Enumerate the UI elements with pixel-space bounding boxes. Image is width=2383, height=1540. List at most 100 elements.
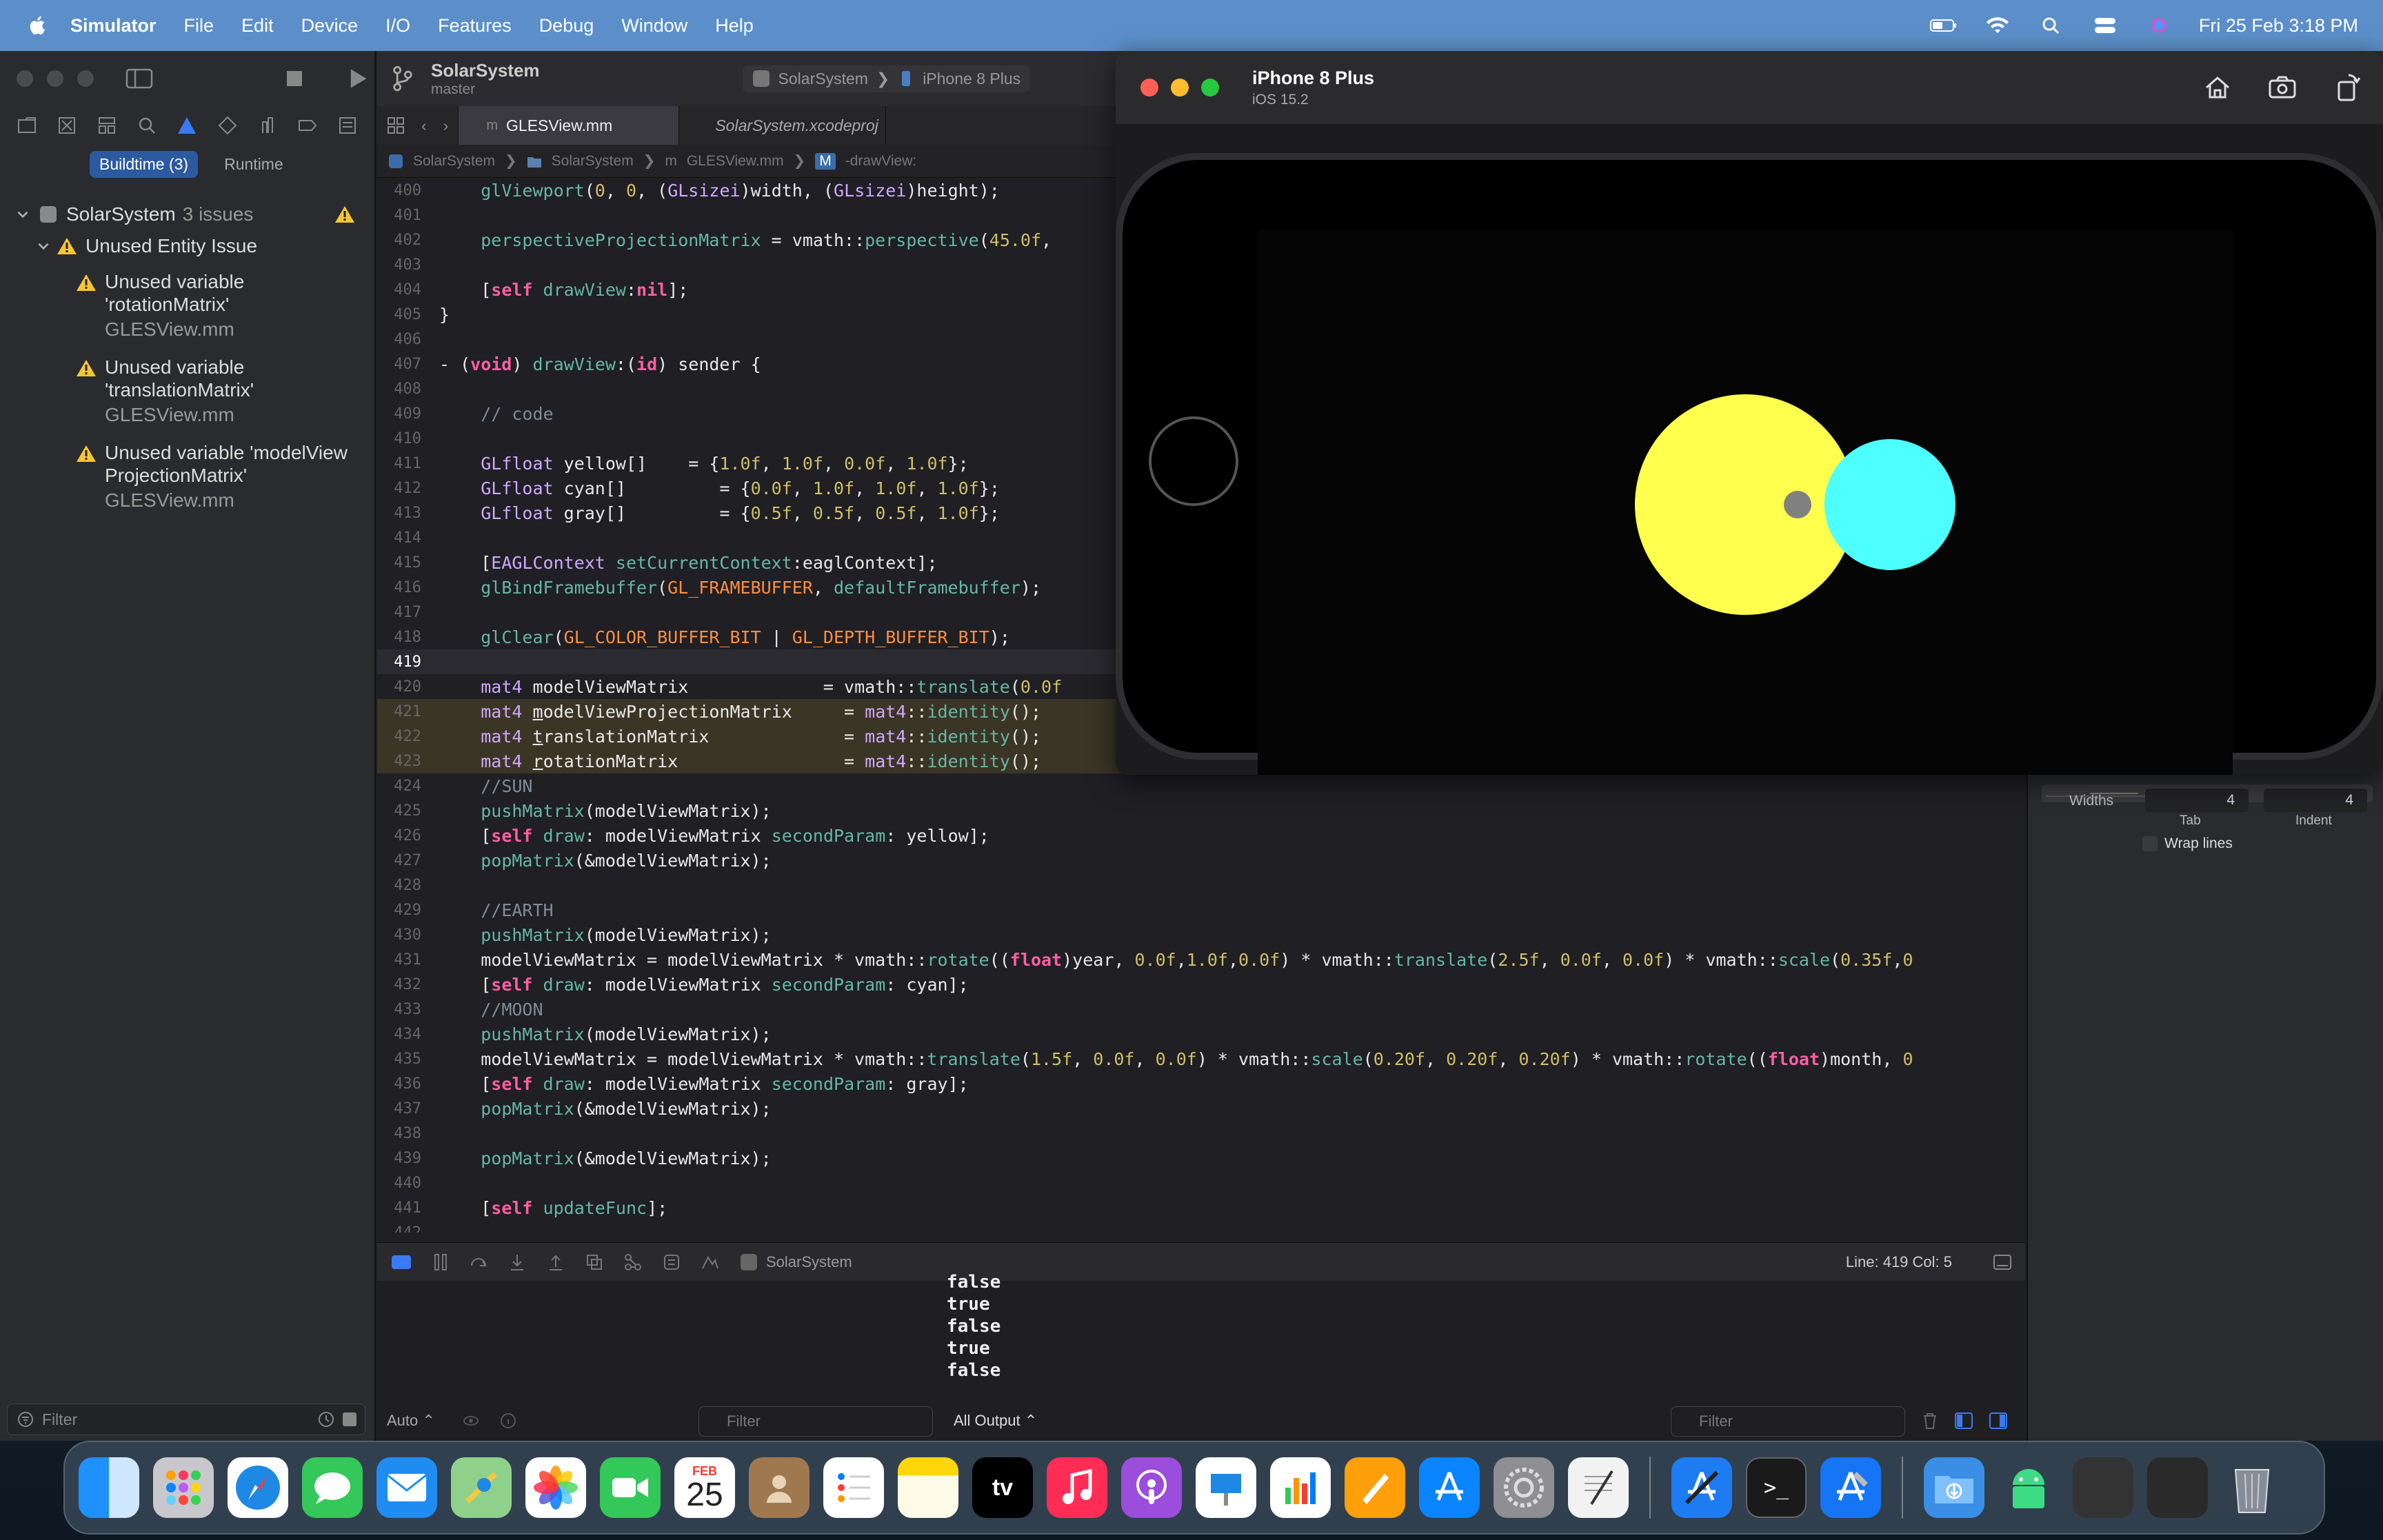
- environment-overrides-icon[interactable]: [663, 1253, 681, 1271]
- system-preferences-icon[interactable]: [1494, 1457, 1554, 1518]
- trash-icon[interactable]: [2222, 1457, 2282, 1518]
- notes-icon[interactable]: [898, 1457, 958, 1518]
- battery-icon[interactable]: [1929, 17, 1958, 34]
- xcode-icon[interactable]: [1820, 1457, 1881, 1518]
- menu-debug[interactable]: Debug: [539, 15, 594, 37]
- recent-window-thumbnail[interactable]: [2147, 1457, 2208, 1518]
- line-number[interactable]: 433: [377, 1001, 439, 1018]
- code-line[interactable]: 438: [377, 1121, 2025, 1146]
- reminders-icon[interactable]: [823, 1457, 884, 1518]
- code-text[interactable]: mat4 rotationMatrix = mat4::identity();: [439, 751, 1041, 771]
- issue-group-row[interactable]: Unused Entity Issue: [0, 230, 374, 262]
- music-icon[interactable]: [1047, 1457, 1107, 1518]
- line-number[interactable]: 442: [377, 1224, 439, 1233]
- console-filter-field[interactable]: Filter: [1671, 1406, 1905, 1437]
- show-console-icon[interactable]: [1989, 1412, 2007, 1429]
- step-into-icon[interactable]: [508, 1253, 526, 1271]
- line-number[interactable]: 430: [377, 926, 439, 944]
- code-line[interactable]: 436 [self draw: modelViewMatrix secondPa…: [377, 1071, 2025, 1096]
- photos-icon[interactable]: [525, 1457, 586, 1518]
- code-line[interactable]: 439 popMatrix(&modelViewMatrix);: [377, 1146, 2025, 1171]
- scheme-destination-selector[interactable]: SolarSystem ❯ iPhone 8 Plus: [742, 65, 1031, 92]
- line-number[interactable]: 417: [377, 604, 439, 621]
- code-text[interactable]: popMatrix(&modelViewMatrix);: [439, 1099, 771, 1119]
- code-text[interactable]: GLfloat gray[] = {0.5f, 0.5f, 0.5f, 1.0f…: [439, 503, 1000, 523]
- code-text[interactable]: glBindFramebuffer(GL_FRAMEBUFFER, defaul…: [439, 578, 1041, 598]
- variables-scope-selector[interactable]: Auto ⌃: [387, 1405, 516, 1437]
- code-text[interactable]: GLfloat yellow[] = {1.0f, 1.0f, 0.0f, 1.…: [439, 454, 969, 474]
- android-studio-icon[interactable]: [1998, 1457, 2059, 1518]
- jumpbar-method[interactable]: -drawView:: [845, 153, 916, 170]
- debug-navigator-icon[interactable]: [257, 115, 278, 136]
- zoom-window-button[interactable]: [77, 70, 94, 87]
- recent-window-thumbnail[interactable]: [2073, 1457, 2133, 1518]
- line-number[interactable]: 407: [377, 356, 439, 373]
- line-number[interactable]: 419: [377, 654, 439, 671]
- menu-io[interactable]: I/O: [385, 15, 410, 37]
- apple-menu-icon[interactable]: [26, 14, 50, 37]
- maps-icon[interactable]: [451, 1457, 512, 1518]
- code-line[interactable]: 432 [self draw: modelViewMatrix secondPa…: [377, 972, 2025, 997]
- debug-target-label[interactable]: SolarSystem: [766, 1253, 852, 1271]
- line-number[interactable]: 427: [377, 852, 439, 869]
- numbers-icon[interactable]: [1270, 1457, 1331, 1518]
- info-icon[interactable]: [500, 1412, 516, 1429]
- tab-glesview[interactable]: m GLESView.mm: [459, 106, 680, 145]
- checkbox-box[interactable]: [2142, 836, 2158, 851]
- code-line[interactable]: 441 [self updateFunc];: [377, 1195, 2025, 1220]
- terminal-icon[interactable]: >_: [1746, 1457, 1807, 1518]
- line-number[interactable]: 440: [377, 1175, 439, 1192]
- apple-tv-icon[interactable]: tv: [972, 1457, 1033, 1518]
- code-text[interactable]: - (void) drawView:(id) sender {: [439, 354, 761, 374]
- launchpad-icon[interactable]: [153, 1457, 214, 1518]
- line-number[interactable]: 408: [377, 381, 439, 398]
- project-title-block[interactable]: SolarSystem master: [431, 60, 540, 98]
- hide-debug-area-icon[interactable]: [391, 1255, 412, 1270]
- tab-xcodeproj[interactable]: SolarSystem.xcodeproj: [679, 106, 887, 145]
- code-line[interactable]: 426 [self draw: modelViewMatrix secondPa…: [377, 823, 2025, 848]
- show-variables-icon[interactable]: [1955, 1412, 1973, 1429]
- code-line[interactable]: 429 //EARTH: [377, 898, 2025, 922]
- menu-app-name[interactable]: Simulator: [70, 15, 157, 37]
- line-number[interactable]: 431: [377, 951, 439, 969]
- home-button[interactable]: [1149, 416, 1238, 506]
- line-number[interactable]: 425: [377, 802, 439, 820]
- line-number[interactable]: 422: [377, 728, 439, 745]
- code-text[interactable]: glClear(GL_COLOR_BUFFER_BIT | GL_DEPTH_B…: [439, 627, 1010, 647]
- pages-icon[interactable]: [1345, 1457, 1405, 1518]
- line-number[interactable]: 410: [377, 430, 439, 447]
- code-text[interactable]: mat4 translationMatrix = mat4::identity(…: [439, 727, 1041, 747]
- line-number[interactable]: 413: [377, 505, 439, 522]
- view-hierarchy-icon[interactable]: [585, 1253, 603, 1271]
- messages-icon[interactable]: [302, 1457, 363, 1518]
- rotate-icon[interactable]: [2332, 72, 2362, 103]
- line-number[interactable]: 406: [377, 331, 439, 348]
- line-number[interactable]: 436: [377, 1075, 439, 1093]
- runtime-segment[interactable]: Runtime: [214, 151, 293, 178]
- code-text[interactable]: mat4 modelViewProjectionMatrix = mat4::i…: [439, 702, 1041, 722]
- pause-icon[interactable]: [432, 1253, 449, 1271]
- line-number[interactable]: 405: [377, 306, 439, 323]
- line-number[interactable]: 403: [377, 256, 439, 274]
- mail-icon[interactable]: [376, 1457, 437, 1518]
- navigator-filter-field[interactable]: Filter: [7, 1404, 365, 1435]
- code-line[interactable]: 431 modelViewMatrix = modelViewMatrix * …: [377, 947, 2025, 972]
- textedit-icon[interactable]: [1568, 1457, 1629, 1518]
- stop-icon[interactable]: [284, 68, 305, 89]
- downloads-folder-icon[interactable]: [1924, 1457, 1984, 1518]
- line-number[interactable]: 416: [377, 579, 439, 596]
- code-line[interactable]: 442: [377, 1220, 2025, 1233]
- line-number[interactable]: 418: [377, 629, 439, 646]
- code-text[interactable]: modelViewMatrix = modelViewMatrix * vmat…: [439, 950, 1913, 970]
- code-text[interactable]: //MOON: [439, 1000, 543, 1020]
- close-window-button[interactable]: [1140, 79, 1158, 97]
- line-number[interactable]: 426: [377, 827, 439, 844]
- line-number[interactable]: 415: [377, 554, 439, 571]
- finder-icon[interactable]: [79, 1457, 139, 1518]
- code-line[interactable]: 434 pushMatrix(modelViewMatrix);: [377, 1022, 2025, 1046]
- code-text[interactable]: glViewport(0, 0, (GLsizei)width, (GLsize…: [439, 181, 1000, 201]
- facetime-icon[interactable]: [600, 1457, 661, 1518]
- code-text[interactable]: pushMatrix(modelViewMatrix);: [439, 925, 771, 945]
- code-text[interactable]: [self updateFunc];: [439, 1198, 667, 1218]
- line-number[interactable]: 414: [377, 529, 439, 547]
